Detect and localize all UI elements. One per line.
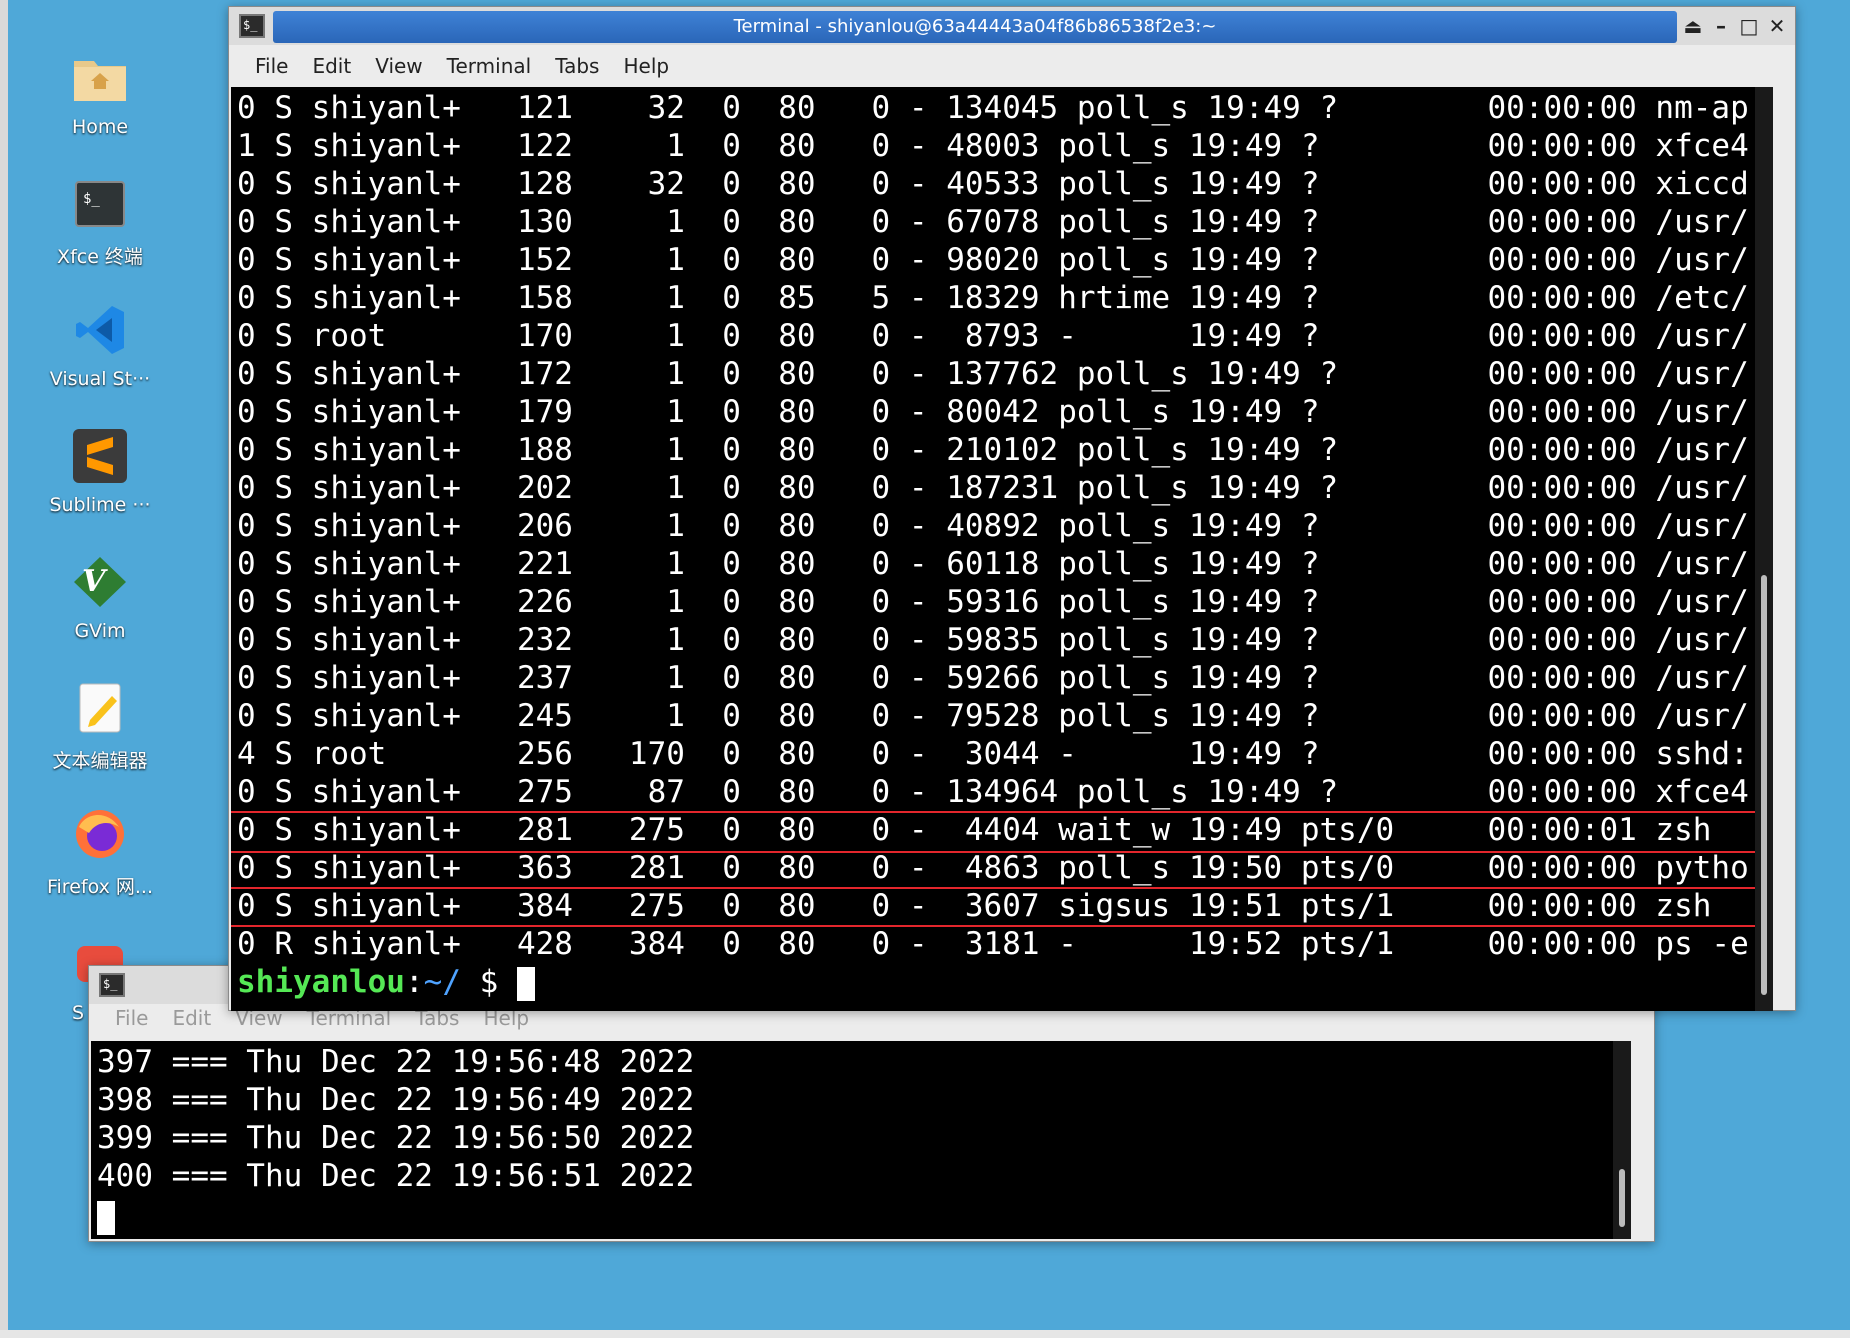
desktop-icon-text-editor[interactable]: 文本编辑器: [30, 680, 170, 773]
window-title: Terminal - shiyanlou@63a44443a04f86b8653…: [733, 16, 1217, 37]
menu-view[interactable]: View: [365, 54, 432, 78]
output-line: 400 === Thu Dec 22 19:56:51 2022: [97, 1158, 695, 1194]
terminal-output[interactable]: 0 S shiyanl+ 121 32 0 80 0 - 134045 poll…: [231, 87, 1773, 1011]
process-line: 0 S shiyanl+ 158 1 0 85 5 - 18329 hrtime…: [237, 280, 1749, 316]
menu-edit[interactable]: Edit: [302, 54, 361, 78]
terminal-icon: $_: [99, 973, 125, 997]
screen-bottom-edge: [0, 1330, 1850, 1338]
gvim-icon: V: [72, 554, 128, 610]
process-line: 0 S shiyanl+ 152 1 0 80 0 - 98020 poll_s…: [237, 242, 1749, 278]
prompt-symbol: $: [479, 964, 499, 1000]
process-line: 0 R shiyanl+ 428 384 0 80 0 - 3181 - 19:…: [237, 926, 1749, 962]
process-line: 0 S shiyanl+ 179 1 0 80 0 - 80042 poll_s…: [237, 394, 1749, 430]
process-line: 0 S shiyanl+ 245 1 0 80 0 - 79528 poll_s…: [237, 698, 1749, 734]
vscode-icon: [72, 302, 128, 358]
highlight-box-zsh-281: [231, 811, 1763, 853]
scrollbar[interactable]: [1613, 1041, 1631, 1239]
process-line: 0 S shiyanl+ 221 1 0 80 0 - 60118 poll_s…: [237, 546, 1749, 582]
output-line: 397 === Thu Dec 22 19:56:48 2022: [97, 1044, 695, 1080]
process-line: 1 S shiyanl+ 122 1 0 80 0 - 48003 poll_s…: [237, 128, 1749, 164]
menu-file[interactable]: File: [245, 54, 298, 78]
scrollbar-thumb[interactable]: [1619, 1169, 1625, 1227]
prompt-user: shiyanlou: [237, 964, 405, 1000]
process-line: 0 S shiyanl+ 172 1 0 80 0 - 137762 poll_…: [237, 356, 1749, 392]
desktop-icon-sublime[interactable]: Sublime ···: [30, 428, 170, 516]
scrollbar-thumb[interactable]: [1761, 575, 1767, 995]
desktop-icon-terminal[interactable]: $_ Xfce 终端: [30, 176, 170, 269]
process-line: 0 S shiyanl+ 226 1 0 80 0 - 59316 poll_s…: [237, 584, 1749, 620]
window-controls: ⏏ – □ ✕: [1681, 11, 1789, 43]
desktop-icon-label: 文本编辑器: [52, 750, 148, 772]
menu-help[interactable]: Help: [613, 54, 679, 78]
titlebar[interactable]: $_ Terminal - shiyanlou@63a44443a04f86b8…: [229, 7, 1795, 45]
cursor: [517, 966, 535, 1001]
desktop-icon-label: Visual St···: [49, 368, 151, 390]
cursor: [97, 1200, 115, 1235]
desktop-icon-gvim[interactable]: V GVim: [30, 554, 170, 642]
desktop-icon-home[interactable]: Home: [30, 50, 170, 138]
shell-prompt[interactable]: shiyanlou:~/ $: [237, 963, 535, 1001]
desktop-icon-label: Home: [71, 116, 129, 138]
sublime-icon: [72, 428, 128, 484]
terminal-cursor-line: [97, 1197, 115, 1235]
desktop-icon-firefox[interactable]: Firefox 网...: [30, 806, 170, 899]
prompt-path: ~/: [423, 964, 461, 1000]
close-icon[interactable]: ✕: [1765, 11, 1789, 41]
menu-edit[interactable]: Edit: [162, 1006, 221, 1030]
svg-text:$_: $_: [83, 191, 100, 207]
minimize-icon[interactable]: –: [1709, 11, 1733, 41]
process-line: 0 S shiyanl+ 128 32 0 80 0 - 40533 poll_…: [237, 166, 1749, 202]
process-line: 0 S shiyanl+ 232 1 0 80 0 - 59835 poll_s…: [237, 622, 1749, 658]
highlight-box-zsh-384: [231, 887, 1763, 927]
maximize-icon[interactable]: □: [1737, 11, 1761, 41]
menubar: File Edit View Terminal Tabs Help: [229, 45, 1795, 87]
process-line: 0 S shiyanl+ 121 32 0 80 0 - 134045 poll…: [237, 90, 1749, 126]
terminal-icon: $_: [72, 176, 128, 232]
menu-tabs[interactable]: Tabs: [545, 54, 609, 78]
svg-text:V: V: [82, 564, 108, 599]
terminal-icon: $_: [239, 14, 265, 38]
process-line: 0 S shiyanl+ 206 1 0 80 0 - 40892 poll_s…: [237, 508, 1749, 544]
desktop-icon-label: Firefox 网...: [46, 876, 154, 898]
home-folder-icon: [72, 50, 128, 106]
scrollbar[interactable]: [1755, 87, 1773, 1011]
terminal-window-main[interactable]: $_ Terminal - shiyanlou@63a44443a04f86b8…: [228, 6, 1796, 1011]
process-line: 0 S shiyanl+ 275 87 0 80 0 - 134964 poll…: [237, 774, 1749, 810]
text-editor-icon: [72, 680, 128, 736]
desktop-icon-label: Sublime ···: [49, 494, 151, 516]
desktop-icon-label: Xfce 终端: [57, 246, 143, 268]
process-line: 4 S root 256 170 0 80 0 - 3044 - 19:49 ?…: [237, 736, 1749, 772]
menu-file[interactable]: File: [105, 1006, 158, 1030]
desktop-icon-label: GVim: [74, 620, 126, 642]
process-line: 0 S shiyanl+ 363 281 0 80 0 - 4863 poll_…: [237, 850, 1749, 886]
process-line: 0 S shiyanl+ 130 1 0 80 0 - 67078 poll_s…: [237, 204, 1749, 240]
screen-left-edge: [0, 0, 8, 1338]
terminal-output[interactable]: 397 === Thu Dec 22 19:56:48 2022 398 ===…: [91, 1041, 1631, 1239]
output-line: 398 === Thu Dec 22 19:56:49 2022: [97, 1082, 695, 1118]
process-line: 0 S shiyanl+ 202 1 0 80 0 - 187231 poll_…: [237, 470, 1749, 506]
shade-icon[interactable]: ⏏: [1681, 11, 1705, 41]
firefox-icon: [72, 806, 128, 862]
menu-terminal[interactable]: Terminal: [437, 54, 542, 78]
process-line: 0 S shiyanl+ 188 1 0 80 0 - 210102 poll_…: [237, 432, 1749, 468]
desktop-icon-vscode[interactable]: Visual St···: [30, 302, 170, 390]
process-line: 0 S root 170 1 0 80 0 - 8793 - 19:49 ? 0…: [237, 318, 1749, 354]
output-line: 399 === Thu Dec 22 19:56:50 2022: [97, 1120, 695, 1156]
process-line: 0 S shiyanl+ 237 1 0 80 0 - 59266 poll_s…: [237, 660, 1749, 696]
